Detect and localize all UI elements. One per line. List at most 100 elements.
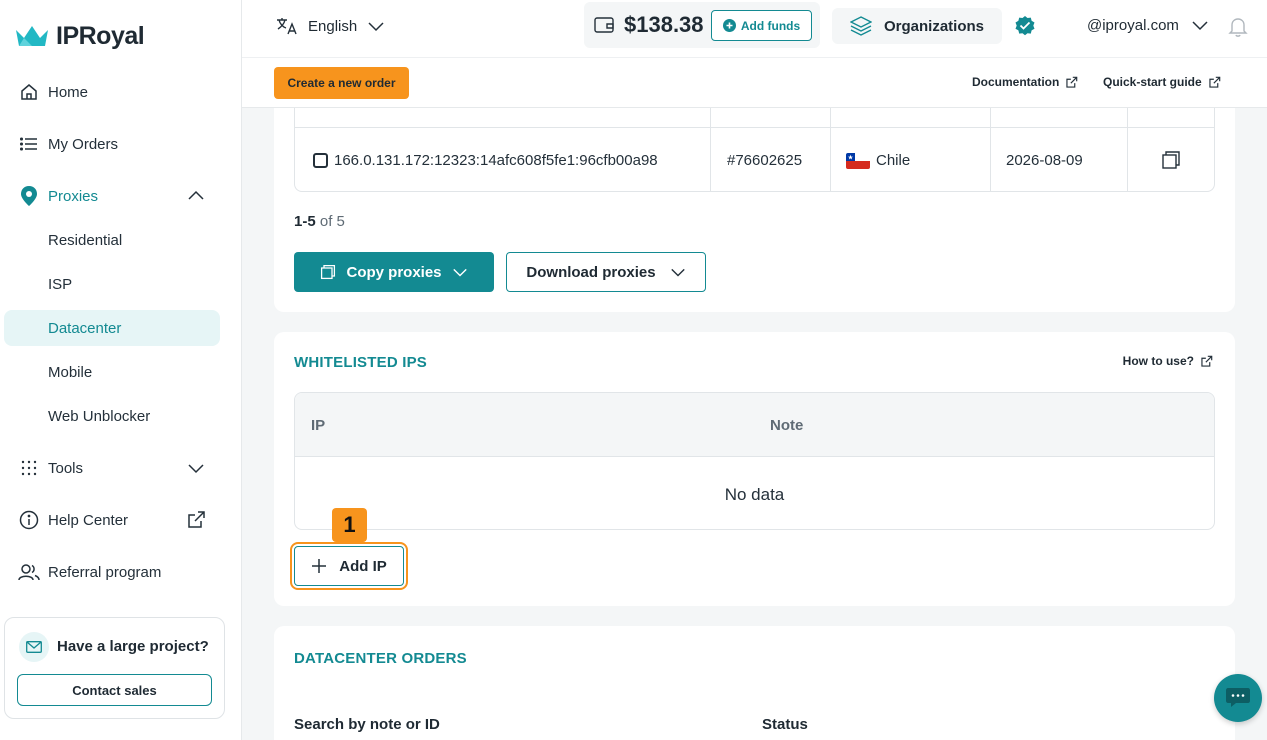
documentation-link[interactable]: Documentation [972,75,1078,89]
row-checkbox[interactable] [313,153,328,168]
organizations-button[interactable]: Organizations [832,8,1002,44]
pager-total: of 5 [319,213,345,230]
sidebar-item-label: Referral program [48,563,162,581]
organizations-label: Organizations [884,17,985,35]
chat-widget-button[interactable] [1214,674,1262,722]
sidebar-sub-web-unblocker[interactable]: Web Unblocker [4,398,220,434]
add-funds-label: Add funds [740,18,801,33]
chevron-down-icon [452,268,467,277]
whitelisted-ips-title: WHITELISTED IPS [294,354,428,371]
large-project-promo: Have a large project? Contact sales [4,617,225,719]
column-divider [830,108,831,192]
promo-title: Have a large project? [57,638,209,655]
account-menu[interactable]: @iproyal.com [1087,16,1209,34]
quickstart-label: Quick-start guide [1103,75,1202,89]
search-label: Search by note or ID [294,716,440,733]
add-ip-button[interactable]: Add IP [290,542,408,590]
crown-logo-icon [16,25,48,46]
column-header-note: Note [770,417,804,434]
download-proxies-label: Download proxies [526,263,656,281]
column-header-ip: IP [311,417,326,434]
add-funds-button[interactable]: Add funds [711,10,812,41]
chevron-up-icon[interactable] [186,186,206,206]
pager-range: 1-5 [294,213,316,230]
info-icon [18,509,40,531]
list-icon [18,133,40,155]
sidebar-item-help-center[interactable]: Help Center [4,502,220,538]
logo-text: IPRoyal [56,22,145,50]
external-link-icon [188,511,205,528]
grid-dots-icon [18,457,40,479]
sidebar-sub-isp[interactable]: ISP [4,266,220,302]
sidebar-item-label: Tools [48,459,84,477]
column-divider [990,108,991,192]
verified-badge-icon [1015,16,1035,36]
copy-proxies-label: Copy proxies [346,263,442,281]
quickstart-guide-link[interactable]: Quick-start guide [1103,75,1221,89]
create-new-order-button[interactable]: Create a new order [274,67,409,99]
sidebar-item-proxies[interactable]: Proxies [4,178,220,214]
sidebar-item-referral-program[interactable]: Referral program [4,554,220,590]
mail-icon [19,632,49,662]
how-to-use-link[interactable]: How to use? [1123,354,1213,368]
sidebar-item-label: My Orders [48,135,119,153]
table-row-partial [295,108,1214,128]
datacenter-orders-card: DATACENTER ORDERS Search by note or ID S… [274,626,1235,740]
plus-circle-icon [722,19,736,32]
sidebar-item-tools[interactable]: Tools [4,450,220,486]
datacenter-orders-title: DATACENTER ORDERS [294,650,467,667]
language-label: English [308,17,358,35]
sidebar-item-label: Help Center [48,511,129,529]
whitelisted-ips-table: IP Note No data [294,392,1215,530]
whitelisted-ips-card: WHITELISTED IPS How to use? IP Note No d… [274,332,1235,606]
chat-icon [1226,688,1250,707]
country-name: Chile [876,152,911,169]
chevron-down-icon [670,268,685,277]
sidebar-sub-mobile[interactable]: Mobile [4,354,220,390]
copy-proxies-button[interactable]: Copy proxies [294,252,494,292]
top-bar-row: English $138.38 Add funds Organizations … [242,0,1267,58]
chevron-down-icon[interactable] [186,458,206,478]
sidebar-item-label: Proxies [48,187,99,205]
contact-sales-button[interactable]: Contact sales [17,674,212,706]
sidebar-item-label: Home [48,83,89,101]
step-marker: 1 [332,508,367,542]
expiry-cell: 2026-08-09 [1006,152,1083,169]
account-email: @iproyal.com [1087,16,1179,34]
external-link-icon [1066,76,1078,88]
account-balance: $138.38 [624,12,704,37]
copy-icon [321,264,336,280]
download-proxies-button[interactable]: Download proxies [506,252,706,292]
proxy-table: 166.0.131.172:12323:14afc608f5fe1:96cfb0… [294,108,1215,192]
pagination-info: 1-5 of 5 [294,213,345,230]
how-to-use-label: How to use? [1122,354,1194,368]
country-cell: Chile [846,152,910,169]
external-link-icon [1209,76,1220,88]
sidebar: IPRoyal Home My Orders Proxies Residenti… [0,0,242,740]
sidebar-sub-residential[interactable]: Residential [4,222,220,258]
sidebar-item-home[interactable]: Home [4,74,220,110]
external-link-icon [1201,355,1213,367]
location-pin-icon [18,185,40,207]
chevron-down-icon [1192,21,1208,31]
copy-icon[interactable] [1161,150,1181,170]
proxy-string: 166.0.131.172:12323:14afc608f5fe1:96cfb0… [334,152,658,169]
table-header: IP Note [295,393,1214,457]
home-icon [18,81,40,103]
logo[interactable]: IPRoyal [16,22,145,51]
documentation-label: Documentation [972,75,1060,89]
sidebar-sub-datacenter[interactable]: Datacenter [4,310,220,346]
wallet-icon [594,17,614,33]
add-ip-label: Add IP [339,557,387,575]
language-selector[interactable]: English [276,16,385,36]
order-id-cell: #76602625 [727,152,803,169]
sidebar-item-my-orders[interactable]: My Orders [4,126,220,162]
users-icon [18,561,40,583]
proxy-cell: 166.0.131.172:12323:14afc608f5fe1:96cfb0… [313,152,658,169]
column-divider [1127,108,1128,192]
status-label: Status [762,716,808,733]
chevron-down-icon [368,22,384,32]
bell-icon[interactable] [1228,16,1248,38]
translate-icon [277,18,297,35]
balance-box: $138.38 Add funds [584,2,820,48]
